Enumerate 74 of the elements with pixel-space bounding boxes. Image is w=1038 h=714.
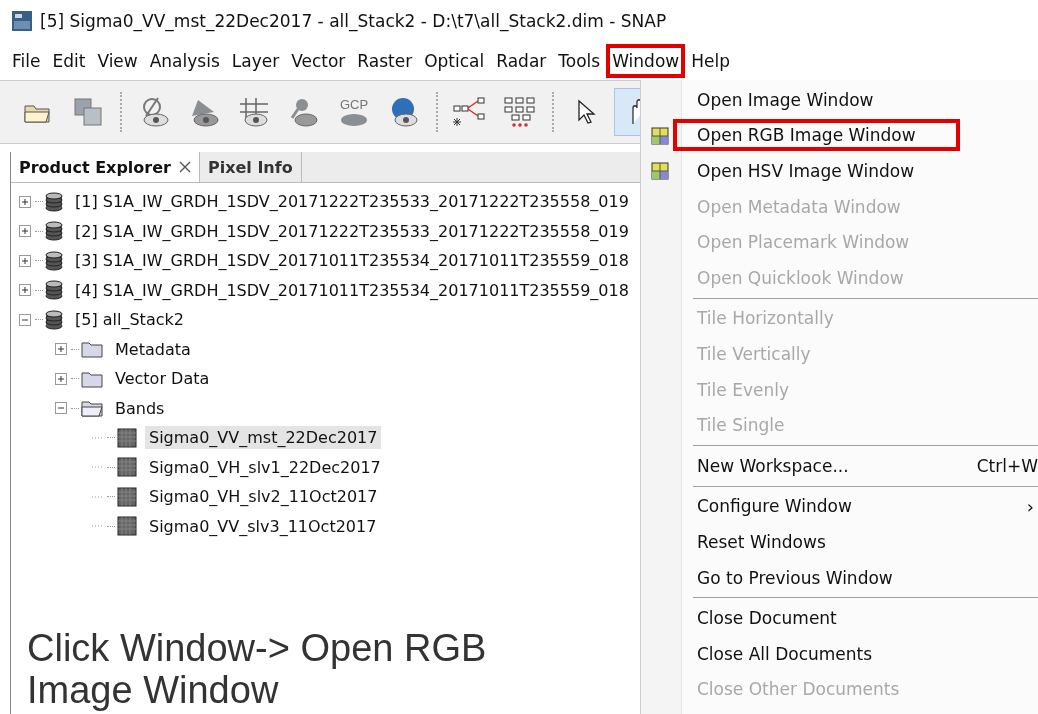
menu-item[interactable]: Close All Documents (673, 637, 917, 670)
tree-item[interactable]: [4] S1A_IW_GRDH_1SDV_20171011T235534_20171011T235559_018 (71, 278, 633, 302)
tree-item[interactable]: Sigma0_VV_mst_22Dec2017 (145, 426, 382, 450)
grid-eye-icon (238, 96, 270, 128)
expander-icon[interactable] (55, 402, 67, 415)
app-logo-icon (12, 11, 32, 31)
database-icon (45, 280, 63, 301)
menu-item[interactable]: Edit (46, 44, 92, 78)
caption-text: Click Window-> Open RGB Image Window (26, 626, 488, 714)
database-icon (45, 309, 63, 330)
tab-label: Pixel Info (207, 157, 293, 177)
menu-item[interactable]: Open RGB Image Window (673, 119, 960, 152)
tree-item[interactable]: [1] S1A_IW_GRDH_1SDV_20171222T235533_20171222T235558_019 (71, 190, 633, 214)
tab-label: Product Explorer (19, 157, 171, 177)
tree-item[interactable]: [5] all_Stack2 (71, 308, 188, 332)
expander-icon[interactable] (19, 284, 31, 297)
batch-graph-icon (503, 96, 537, 128)
menu-item[interactable]: Help (685, 44, 736, 78)
submenu-arrow: › (1026, 495, 1034, 517)
expander-icon[interactable] (19, 313, 31, 326)
tree-item[interactable]: [2] S1A_IW_GRDH_1SDV_20171222T235533_20171222T235558_019 (71, 219, 633, 243)
database-icon (45, 221, 63, 242)
band-icon (117, 486, 137, 507)
folder-icon (81, 369, 103, 388)
folder-icon (81, 399, 103, 418)
expander-icon[interactable] (19, 195, 31, 208)
menu-item[interactable]: Analysis (143, 44, 226, 78)
menu-item[interactable]: Configure Window (673, 490, 896, 523)
band-icon (117, 427, 137, 448)
tree-item[interactable]: Bands (111, 396, 169, 420)
expander-icon[interactable] (19, 225, 31, 238)
menu-item[interactable]: Close Document (673, 602, 881, 635)
menu-item[interactable]: Raster (351, 44, 419, 78)
band-icon (117, 457, 137, 478)
color-grid-icon (651, 126, 669, 145)
menu-item[interactable]: New Workspace... (673, 449, 893, 482)
tree-item[interactable]: [3] S1A_IW_GRDH_1SDV_20171011T235534_20171011T235559_018 (71, 249, 633, 273)
menu-item[interactable]: Vector (285, 44, 352, 78)
menu-item[interactable]: Open HSV Image Window (673, 155, 959, 187)
tree-item[interactable]: Vector Data (111, 367, 214, 391)
menu-item[interactable]: View (91, 44, 144, 78)
pin-eye-icon (288, 96, 320, 128)
folder-icon (81, 340, 103, 359)
tree-item[interactable]: Sigma0_VH_slv1_22Dec2017 (145, 455, 385, 479)
close-icon[interactable] (178, 161, 191, 173)
pointer-icon (576, 99, 596, 125)
tree-item[interactable]: Metadata (111, 337, 195, 361)
database-icon (45, 191, 63, 212)
expander-icon[interactable] (19, 254, 31, 267)
menu-item[interactable]: Layer (225, 44, 286, 78)
menu-item[interactable]: File (6, 44, 47, 78)
menu-item[interactable]: Optical (418, 44, 491, 78)
panel-tab[interactable]: Product Explorer (11, 152, 200, 182)
tree-item[interactable]: Sigma0_VH_slv2_11Oct2017 (145, 485, 382, 509)
menu-item[interactable]: Window (606, 44, 686, 78)
menu-item[interactable]: Reset Windows (673, 525, 870, 558)
shortcut-text: Ctrl+W (976, 455, 1038, 476)
database-icon (45, 250, 63, 271)
menu-item[interactable]: Radar (490, 44, 553, 78)
tree-item[interactable]: Sigma0_VV_slv3_11Oct2017 (145, 514, 381, 538)
eye-icon (340, 112, 368, 127)
graph-icon (453, 96, 487, 128)
menu-item[interactable]: Tools (552, 44, 607, 78)
expander-icon[interactable] (55, 343, 67, 356)
toolbar-button[interactable]: GCP (332, 88, 376, 136)
gcp-label: GCP (339, 97, 369, 111)
band-icon (117, 516, 137, 537)
color-grid-icon (651, 162, 669, 181)
windows-icon (73, 97, 103, 127)
menu-item[interactable]: Open Image Window (673, 83, 918, 116)
window-title: [5] Sigma0_VV_mst_22Dec2017 - all_Stack2 - D:\t7\all_Stack2.dim - SNAP (40, 11, 667, 31)
expander-icon[interactable] (55, 372, 67, 385)
menu-item[interactable]: Go to Previous Window (673, 561, 937, 594)
panel-tab[interactable]: Pixel Info (199, 152, 302, 182)
